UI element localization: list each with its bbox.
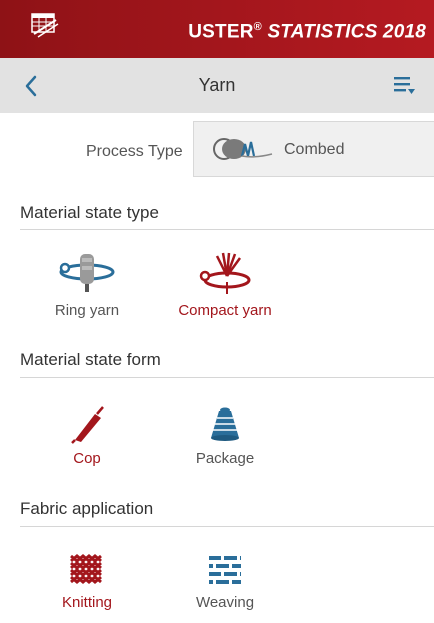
process-type-row: Process Type Combed bbox=[0, 113, 434, 185]
nav-bar: Yarn bbox=[0, 58, 434, 113]
option-label: Cop bbox=[73, 450, 101, 467]
option-ring-yarn[interactable]: Ring yarn bbox=[27, 250, 147, 319]
option-weaving[interactable]: Weaving bbox=[165, 552, 285, 611]
brand-subtitle: STATISTICS 2018 bbox=[267, 21, 426, 43]
process-type-selector[interactable]: Combed bbox=[193, 121, 434, 177]
app-header: USTER® STATISTICS 2018 bbox=[0, 0, 434, 58]
combed-icon bbox=[213, 138, 273, 160]
brand-registered-mark: ® bbox=[253, 21, 262, 33]
knitting-icon bbox=[70, 554, 102, 584]
option-label: Ring yarn bbox=[54, 302, 120, 319]
package-icon bbox=[211, 407, 239, 441]
ring-yarn-icon bbox=[59, 254, 115, 292]
divider bbox=[20, 229, 434, 230]
option-label: Package bbox=[195, 450, 255, 467]
option-package[interactable]: Package bbox=[165, 404, 285, 467]
option-label: Compact yarn bbox=[178, 302, 272, 319]
process-type-value: Combed bbox=[284, 141, 345, 158]
app-logo-icon bbox=[31, 13, 59, 38]
divider bbox=[20, 526, 434, 527]
divider bbox=[20, 377, 434, 378]
cop-icon bbox=[71, 406, 104, 444]
brand-title: USTER® STATISTICS 2018 bbox=[188, 21, 426, 43]
option-knitting[interactable]: Knitting bbox=[27, 552, 147, 611]
menu-icon[interactable] bbox=[392, 74, 416, 96]
section-title-material-state-form: Material state form bbox=[20, 350, 161, 369]
process-type-label: Process Type bbox=[86, 143, 183, 160]
brand-name: USTER bbox=[188, 21, 254, 43]
section-title-material-state-type: Material state type bbox=[20, 203, 159, 222]
weaving-icon bbox=[209, 554, 241, 586]
page-title: Yarn bbox=[198, 75, 236, 95]
option-cop[interactable]: Cop bbox=[27, 404, 147, 467]
option-compact-yarn[interactable]: Compact yarn bbox=[165, 250, 285, 319]
section-title-fabric-application: Fabric application bbox=[20, 499, 154, 518]
option-label: Knitting bbox=[61, 594, 113, 611]
option-label: Weaving bbox=[195, 594, 255, 611]
compact-yarn-icon bbox=[199, 252, 251, 294]
